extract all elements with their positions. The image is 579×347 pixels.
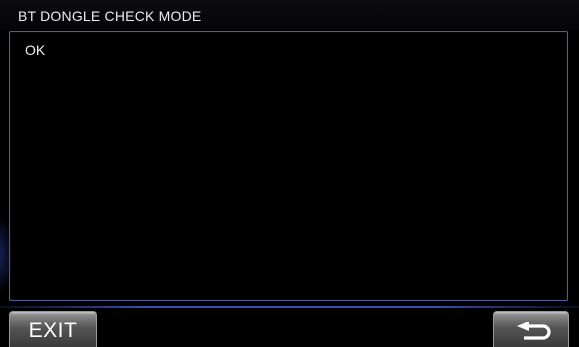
- exit-button[interactable]: EXIT: [9, 311, 97, 347]
- bt-dongle-check-screen: BT DONGLE CHECK MODE OK EXIT: [0, 0, 579, 347]
- result-panel: [9, 31, 568, 301]
- back-button[interactable]: [493, 311, 569, 347]
- panel-edge-glow: [0, 220, 12, 290]
- page-title: BT DONGLE CHECK MODE: [18, 8, 202, 24]
- exit-button-label: EXIT: [28, 319, 78, 342]
- return-arrow-icon: [517, 322, 551, 340]
- title-bar: BT DONGLE CHECK MODE: [0, 0, 579, 30]
- check-result-text: OK: [25, 42, 46, 58]
